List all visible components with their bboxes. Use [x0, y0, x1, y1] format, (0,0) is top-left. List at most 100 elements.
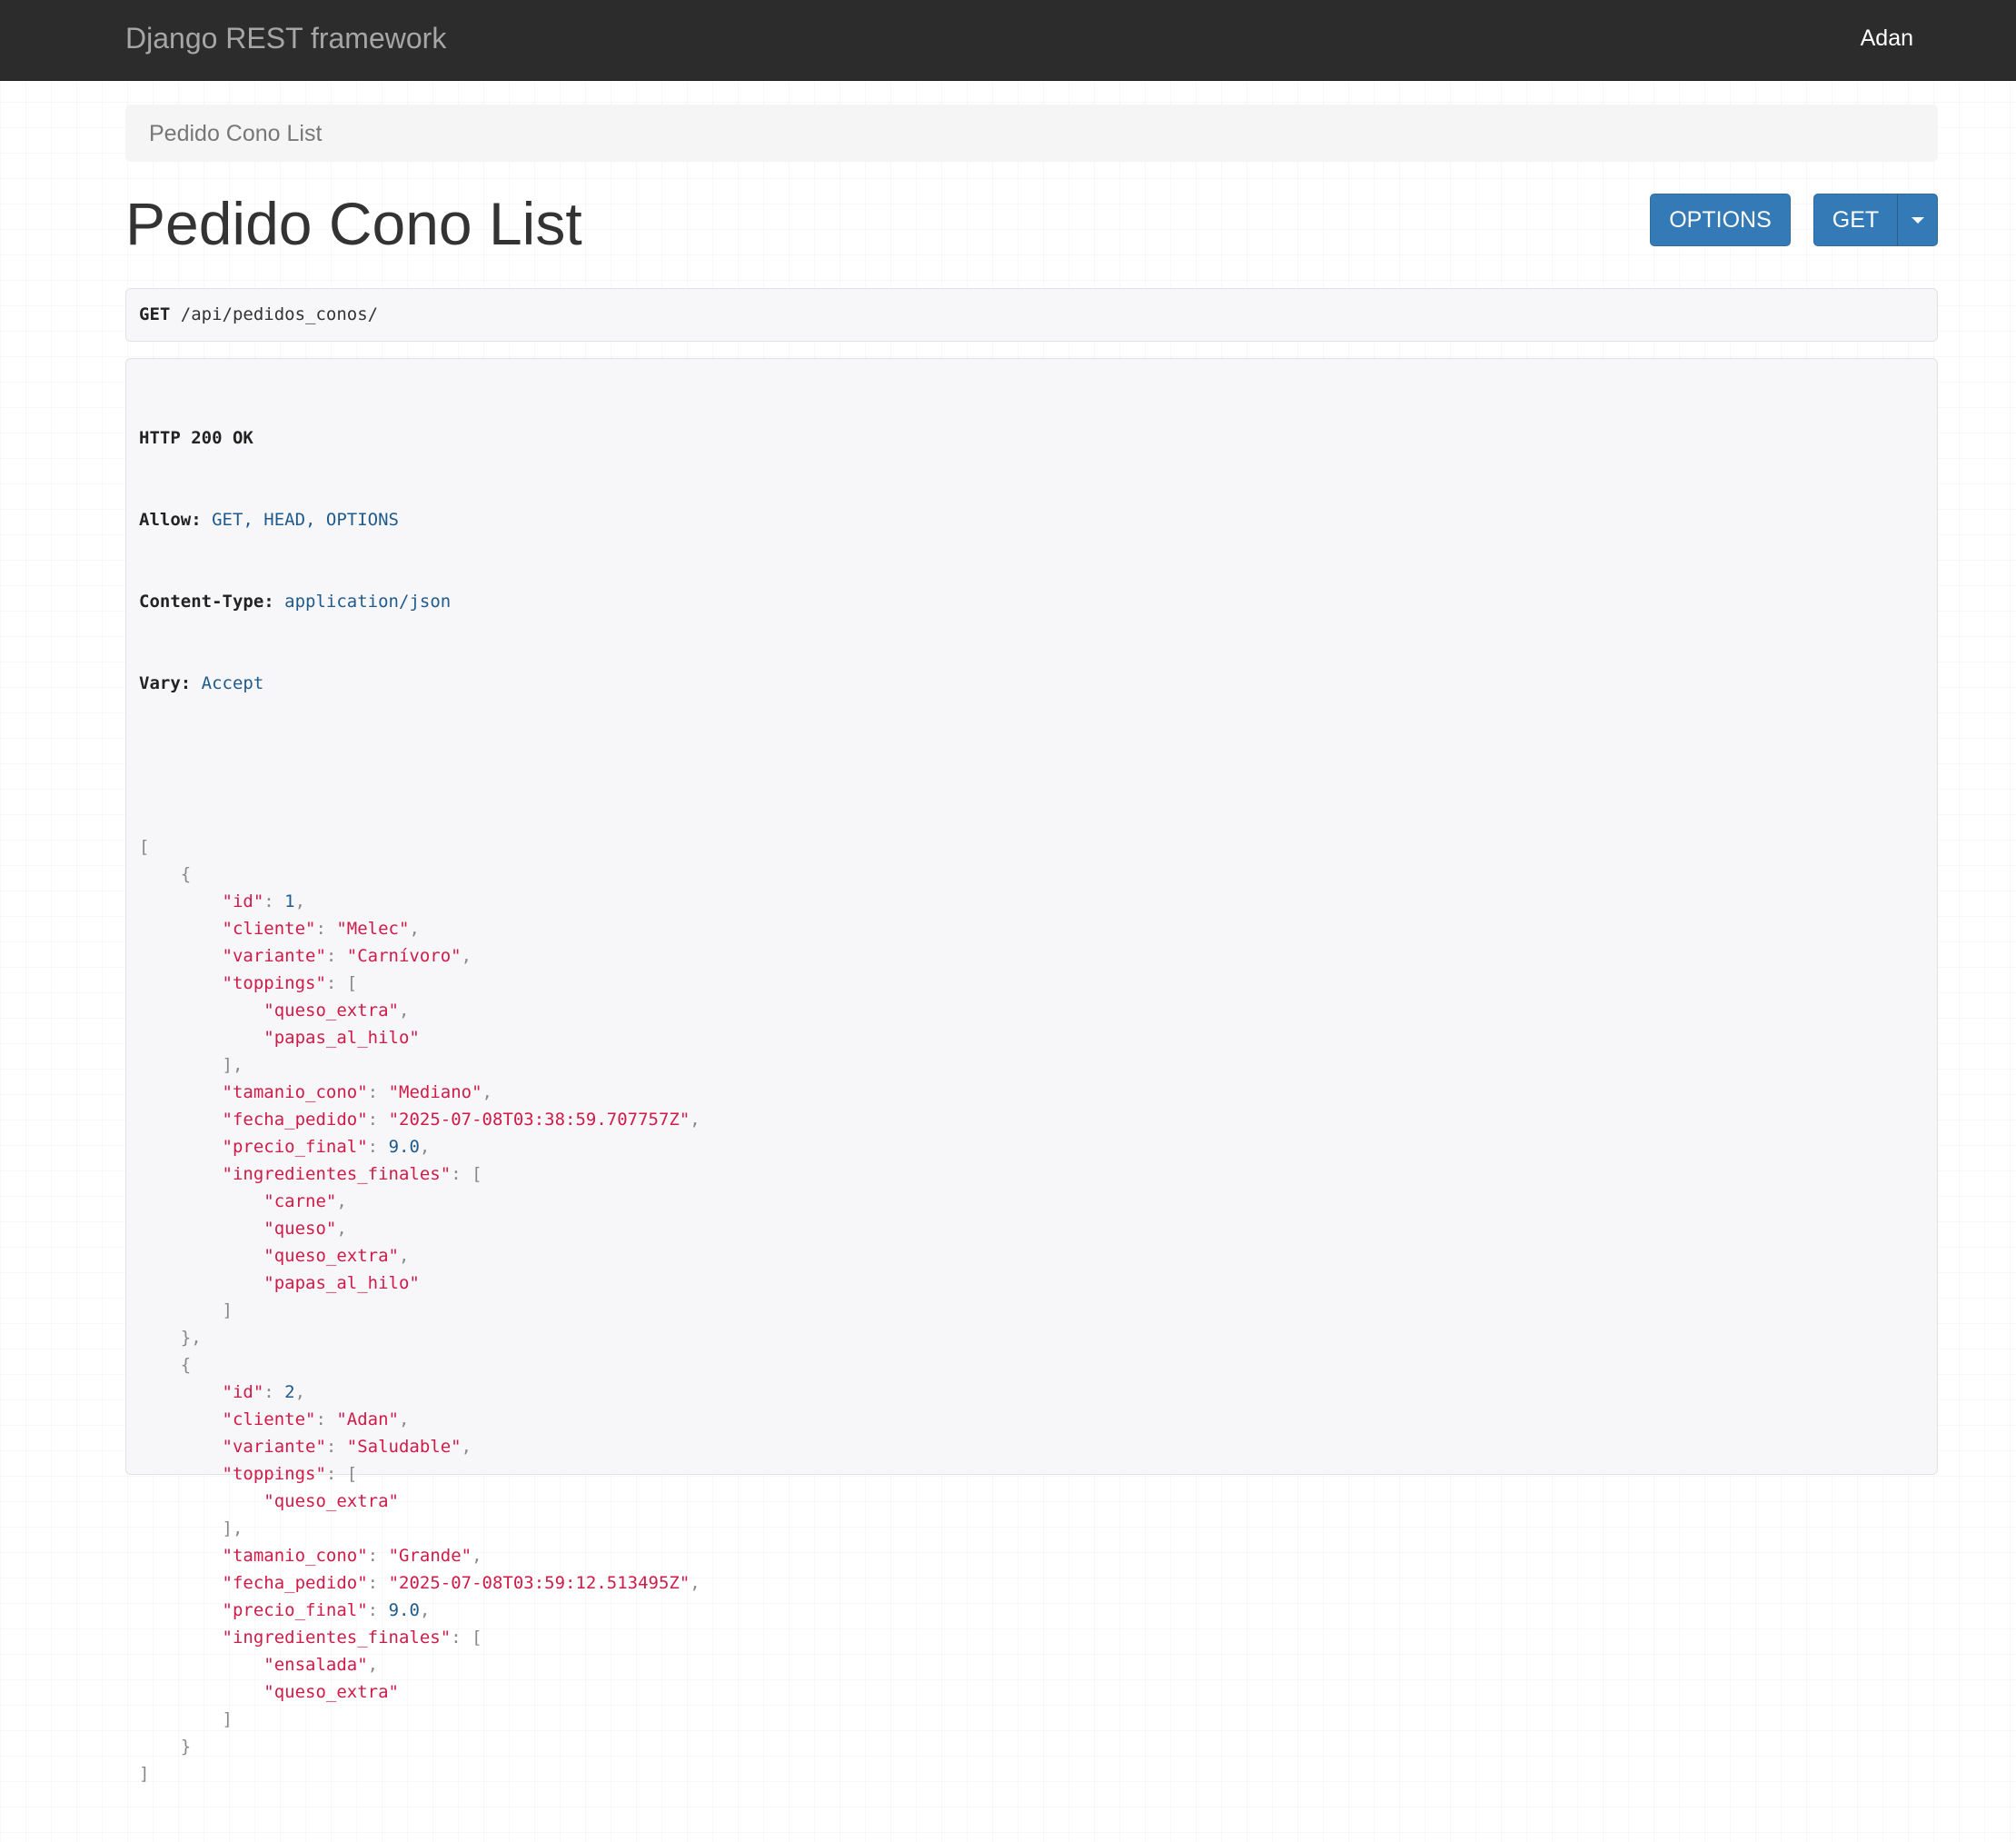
json-line: "precio_final": 9.0,	[139, 1597, 700, 1624]
user-menu[interactable]: Adan	[1861, 25, 1913, 52]
response-info: HTTP 200 OK Allow: GET, HEAD, OPTIONS Co…	[125, 358, 1938, 1784]
json-token: : [	[325, 1464, 358, 1484]
json-token: "precio_final"	[222, 1600, 368, 1620]
json-token: "Melec"	[336, 919, 410, 939]
json-token: ,	[409, 919, 420, 939]
json-line: "queso_extra"	[139, 1488, 700, 1515]
json-line: "toppings": [	[139, 970, 700, 997]
response-header: Allow: GET, HEAD, OPTIONS	[139, 506, 700, 533]
json-token: }	[139, 1737, 192, 1757]
json-line: },	[139, 1324, 700, 1351]
breadcrumb-item-current: Pedido Cono List	[149, 121, 323, 146]
json-token: ]	[139, 1709, 233, 1729]
json-token: "Carnívoro"	[346, 946, 462, 966]
json-line: }	[139, 1733, 700, 1760]
json-token: :	[263, 1382, 285, 1402]
json-line: "queso_extra",	[139, 997, 700, 1024]
options-button[interactable]: OPTIONS	[1650, 194, 1791, 246]
json-token: ,	[336, 1191, 347, 1211]
response-header: Content-Type: application/json	[139, 588, 700, 615]
json-token: "id"	[222, 891, 264, 911]
json-token: ,	[419, 1137, 431, 1157]
json-token: ]	[139, 1764, 150, 1784]
json-token: :	[367, 1137, 389, 1157]
json-token: :	[367, 1546, 389, 1566]
json-token: "Mediano"	[388, 1082, 482, 1102]
json-body: [ { "id": 1, "cliente": "Melec", "varian…	[139, 833, 700, 1787]
json-token: "Adan"	[336, 1409, 399, 1429]
json-token: ,	[472, 1546, 482, 1566]
json-line: ]	[139, 1706, 700, 1733]
json-token: "tamanio_cono"	[222, 1082, 368, 1102]
json-token: "fecha_pedido"	[222, 1110, 368, 1130]
json-token: : [	[325, 973, 358, 993]
json-token: "2025-07-08T03:38:59.707757Z"	[388, 1110, 690, 1130]
json-token: ,	[461, 1437, 472, 1457]
json-token: :	[367, 1600, 389, 1620]
json-line: "toppings": [	[139, 1460, 700, 1488]
json-token: ,	[367, 1655, 379, 1675]
response-header-name: Allow:	[139, 510, 202, 530]
json-token: "cliente"	[222, 919, 316, 939]
json-line: "ingredientes_finales": [	[139, 1624, 700, 1651]
json-token: "queso_extra"	[263, 1682, 399, 1702]
json-token: ,	[399, 1409, 410, 1429]
json-token: "Saludable"	[346, 1437, 462, 1457]
json-line: "precio_final": 9.0,	[139, 1133, 700, 1160]
json-token: "papas_al_hilo"	[263, 1028, 420, 1048]
json-token: ,	[690, 1110, 700, 1130]
json-line: "variante": "Saludable",	[139, 1433, 700, 1460]
json-token: "carne"	[263, 1191, 337, 1211]
json-token: ,	[336, 1219, 347, 1239]
brand-link[interactable]: Django REST framework	[125, 22, 446, 55]
json-token: "variante"	[222, 946, 326, 966]
response-header-value: GET, HEAD, OPTIONS	[212, 510, 399, 530]
json-token: "id"	[222, 1382, 264, 1402]
json-token: "cliente"	[222, 1409, 316, 1429]
response-header-value: Accept	[201, 673, 264, 693]
response-header-name: Content-Type:	[139, 592, 274, 612]
json-line: "cliente": "Adan",	[139, 1406, 700, 1433]
json-token: "toppings"	[222, 1464, 326, 1484]
get-button[interactable]: GET	[1813, 194, 1898, 246]
json-token: "ensalada"	[263, 1655, 368, 1675]
json-line: [	[139, 833, 700, 861]
caret-down-icon	[1911, 216, 1924, 224]
json-token: :	[367, 1573, 389, 1593]
request-line: GET /api/pedidos_conos/	[139, 304, 378, 324]
response-status: HTTP 200 OK	[139, 428, 253, 448]
json-token: ,	[399, 1246, 410, 1266]
json-token: "queso_extra"	[263, 1001, 399, 1021]
json-line: "fecha_pedido": "2025-07-08T03:59:12.513…	[139, 1569, 700, 1597]
json-token: :	[367, 1082, 389, 1102]
json-line: "variante": "Carnívoro",	[139, 942, 700, 970]
json-token: ,	[294, 1382, 306, 1402]
response-header: Vary: Accept	[139, 670, 700, 697]
json-token: ]	[139, 1300, 233, 1320]
json-token: "toppings"	[222, 973, 326, 993]
top-navbar: Django REST framework Adan	[0, 0, 2016, 81]
page-title: Pedido Cono List	[125, 190, 582, 257]
json-token: "queso"	[263, 1219, 337, 1239]
json-token: "precio_final"	[222, 1137, 368, 1157]
get-format-dropdown-toggle[interactable]	[1897, 194, 1938, 246]
json-token: ,	[482, 1082, 492, 1102]
json-token: ,	[294, 891, 306, 911]
